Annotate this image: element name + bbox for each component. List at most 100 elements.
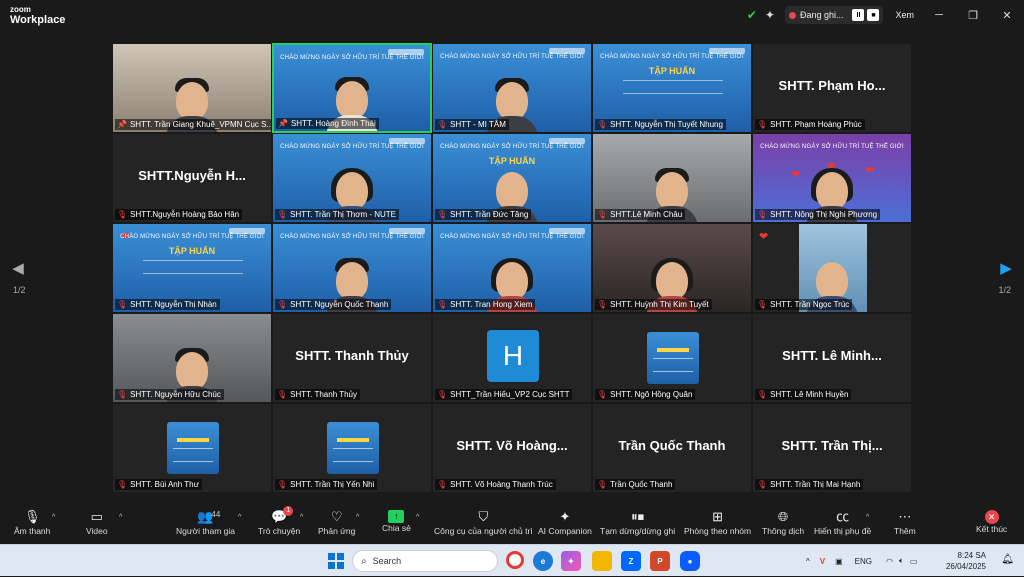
participant-display-name: SHTT. Thanh Thủy [295,348,409,363]
view-button[interactable]: Xem [895,10,914,20]
mic-muted-icon: 🎙︎ [757,390,768,399]
chat-button[interactable]: 💬 1 Trò chuyện [258,506,300,542]
participants-options-chevron-icon[interactable]: ^ [238,514,241,521]
captions-button[interactable]: ㏄ Hiển thị phụ đề [814,508,871,542]
video-tile[interactable]: 🎙︎ SHTT. Huỳnh Thị Kim Tuyết [592,223,752,313]
reactions-button[interactable]: ♡ Phản ứng [318,508,355,542]
edge-icon[interactable]: e [533,551,553,571]
captions-options-chevron-icon[interactable]: ^ [866,514,869,521]
network-icon[interactable]: ▣ [835,557,843,566]
zoom-icon[interactable]: ● [680,551,700,571]
video-tile[interactable]: ❤ CHÀO MỪNG NGÀY SỞ HỮU TRÍ TUỆ THẾ GIỚI… [112,223,272,313]
host-tools-button[interactable]: ⛉ Công cụ của người chủ trì [434,508,533,542]
mic-muted-icon: 🎙︎ [597,210,608,219]
pause-recording-button[interactable]: II [852,9,865,21]
battery-icon[interactable]: ▭ [910,557,918,566]
recording-indicator[interactable]: Đang ghi... II ■ [784,6,884,24]
mic-muted-icon: 🎙︎ [117,300,128,309]
gallery-view: 📌 SHTT. Trần Giang Khuê_VPMN Cục S... CHÀ… [112,43,912,493]
participant-face [806,172,858,222]
search-icon: ⌕ [361,555,367,567]
more-button[interactable]: ⋯ Thêm [894,508,916,542]
previous-page-icon[interactable]: ◀ [10,258,26,278]
video-tile[interactable]: CHÀO MỪNG NGÀY SỞ HỮU TRÍ TUỆ THẾ GIỚI 🎙… [432,223,592,313]
reactions-options-chevron-icon[interactable]: ^ [356,514,359,521]
mic-muted-icon: 🎙︎ [597,480,608,489]
share-screen-button[interactable]: ↑ Chia sẻ [382,508,411,542]
taskbar-search-input[interactable]: ⌕ Search [352,550,498,572]
page-indicator-right: 1/2 [998,285,1011,295]
participant-name-label: 🎙︎ SHTT.Nguyễn Hoàng Bảo Hân [115,209,243,220]
video-tile[interactable]: ❤ 🎙︎ SHTT. Trần Ngọc Trúc [752,223,912,313]
participant-name-label: 🎙︎ SHTT. Thanh Thủy [275,389,361,400]
video-tile-active-speaker[interactable]: CHÀO MỪNG NGÀY SỞ HỮU TRÍ TUỆ THẾ GIỚI 📌… [272,43,432,133]
video-tile[interactable]: SHTT. Võ Hoàng... 🎙︎ SHTT. Võ Hoàng Thanh… [432,403,592,493]
video-tile[interactable]: 📌 SHTT. Trần Giang Khuê_VPMN Cục S... [112,43,272,133]
video-tile[interactable]: H 🎙︎ SHTT_Trần Hiếu_VP2 Cục SHTT [432,313,592,403]
audio-options-chevron-icon[interactable]: ^ [52,514,55,521]
copilot-icon[interactable]: ✦ [561,551,581,571]
shield-check-icon[interactable]: ✔ [743,6,761,24]
video-tile[interactable]: 🎙︎ SHTT. Ngô Hồng Quân [592,313,752,403]
share-options-chevron-icon[interactable]: ^ [416,514,419,521]
video-button[interactable]: ▭ Video [86,508,108,542]
participant-name-label: 🎙︎ SHTT. Trần Đức Tăng [435,209,532,220]
participant-face [166,352,218,402]
video-tile[interactable]: SHTT.Nguyễn H... 🎙︎ SHTT.Nguyễn Hoàng Bảo… [112,133,272,223]
taskbar-clock[interactable]: 8:24 SA 26/04/2025 [946,550,986,572]
participant-name-label: 🎙︎ SHTT. Trần Thị Yến Nhi [275,479,378,490]
chrome-icon[interactable] [506,551,524,569]
video-tile[interactable]: 🎙︎ SHTT. Trần Thị Yến Nhi [272,403,432,493]
video-options-chevron-icon[interactable]: ^ [119,514,122,521]
wifi-icon[interactable]: ◠ [886,557,893,566]
video-tile[interactable]: 🎙︎ SHTT. Bùi Anh Thư [112,403,272,493]
sparkle-icon[interactable]: ✦ [761,6,779,24]
file-explorer-icon[interactable] [592,551,612,571]
participant-display-name: SHTT. Trần Thị... [781,438,883,453]
interpretation-button[interactable]: 🌐︎ Thông dịch [762,508,804,542]
antivirus-icon[interactable]: V [820,557,825,566]
video-tile[interactable]: CHÀO MỪNG NGÀY SỞ HỮU TRÍ TUỆ THẾ GIỚI 🎙… [272,223,432,313]
speaker-icon[interactable]: 🔈︎ [899,556,904,566]
video-tile[interactable]: 🎙︎ SHTT. Nguyễn Hữu Chúc [112,313,272,403]
participant-face [326,262,378,312]
participant-name-label: 📌 SHTT. Hoàng Đình Thái [276,118,379,129]
video-tile[interactable]: SHTT. Trần Thị... 🎙︎ SHTT. Trần Thị Mai H… [752,403,912,493]
video-tile[interactable]: CHÀO MỪNG NGÀY SỞ HỮU TRÍ TUỆ THẾ GIỚI 🎙… [432,43,592,133]
video-tile[interactable]: 🎙︎ SHTT.Lê Minh Châu [592,133,752,223]
mic-muted-icon: 🎙︎ [757,480,768,489]
participant-name-label: 🎙︎ SHTT - MI TÂM [435,119,509,130]
video-tile[interactable]: CHÀO MỪNG NGÀY SỞ HỮU TRÍ TUỆ THẾ GIỚI T… [592,43,752,133]
video-tile[interactable]: SHTT. Thanh Thủy 🎙︎ SHTT. Thanh Thủy [272,313,432,403]
mic-muted-icon: 🎙︎ [277,480,288,489]
participants-button[interactable]: 👥 44 Người tham gia [176,508,235,542]
audio-button[interactable]: 🎙︎ Âm thanh [14,508,50,542]
minimize-icon[interactable]: ─ [922,0,956,30]
ai-companion-button[interactable]: ✦ AI Companion [538,508,592,542]
video-tile[interactable]: CHÀO MỪNG NGÀY SỞ HỮU TRÍ TUỆ THẾ GIỚI T… [432,133,592,223]
mic-muted-icon: 🎙︎ [757,300,768,309]
video-tile[interactable]: SHTT. Lê Minh... 🎙︎ SHTT. Lê Minh Huyền [752,313,912,403]
video-tile[interactable]: SHTT. Phạm Ho... 🎙︎ SHTT. Phạm Hoàng Phúc [752,43,912,133]
participant-name-label: 🎙︎ SHTT. Bùi Anh Thư [115,479,202,490]
participant-display-name: SHTT. Phạm Ho... [778,78,886,93]
next-page-icon[interactable]: ▶ [998,258,1014,278]
video-tile[interactable]: CHÀO MỪNG NGÀY SỞ HỮU TRÍ TUỆ THẾ GIỚI ❤… [752,133,912,223]
pause-stop-recording-button[interactable]: ⏸⏹ Tạm dừng/dừng ghi [600,508,675,542]
restore-icon[interactable]: ❐ [956,0,990,30]
notification-bell-icon[interactable]: 🔔︎ [1001,554,1014,565]
chat-options-chevron-icon[interactable]: ^ [300,514,303,521]
participant-name-label: 🎙︎ SHTT. Nguyễn Quốc Thanh [275,299,392,310]
end-meeting-button[interactable]: ✕ Kết thúc [976,508,1007,542]
close-icon[interactable]: ✕ [990,0,1024,30]
powerpoint-icon[interactable]: P [650,551,670,571]
windows-start-icon[interactable] [328,553,344,569]
zalo-icon[interactable]: Z [621,551,641,571]
stop-recording-button[interactable]: ■ [867,9,880,21]
video-tile[interactable]: Trần Quốc Thanh 🎙︎ Trần Quốc Thanh [592,403,752,493]
breakout-rooms-button[interactable]: ⊞ Phòng theo nhóm [684,508,751,542]
slide-heading: TẬP HUẤN [488,156,536,166]
language-indicator[interactable]: ENG [855,557,872,566]
tray-overflow-chevron-icon[interactable]: ^ [806,557,810,566]
video-tile[interactable]: CHÀO MỪNG NGÀY SỞ HỮU TRÍ TUỆ THẾ GIỚI 🎙… [272,133,432,223]
